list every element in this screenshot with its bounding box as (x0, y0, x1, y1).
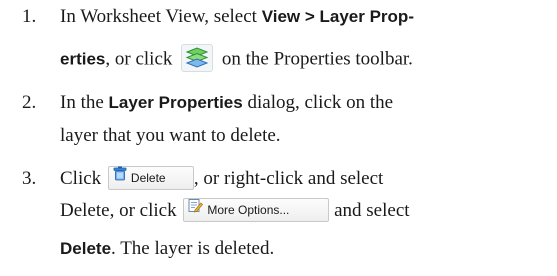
menu-path-continued: erties (60, 49, 106, 69)
dialog-name-layer-properties: Layer Properties (108, 93, 243, 112)
trash-can-icon (113, 166, 127, 188)
step-2-text-2: dialog, click on the (242, 92, 394, 113)
step-3-text-5: . The layer is deleted. (111, 238, 275, 259)
step-1-text-2: , or click (105, 48, 178, 70)
step-3-text-3: Delete, or click (60, 200, 182, 221)
step-1-text-3: on the Properties toolbar. (217, 48, 413, 70)
more-options-button[interactable]: More Options... (183, 197, 330, 222)
step-1-text: In Worksheet View, select (60, 6, 262, 27)
step-1-number: 1. (22, 6, 37, 27)
step-3-number: 3. (22, 168, 37, 189)
edit-document-icon (188, 198, 204, 220)
step-3-text: Click (60, 168, 106, 189)
more-options-button-label: More Options... (207, 202, 290, 217)
step-3-text-4: and select (329, 200, 410, 221)
delete-button[interactable]: Delete (107, 165, 194, 190)
step-2-number: 2. (22, 92, 37, 113)
step-3-text-2: , or right-click and select (193, 168, 384, 189)
step-2-text: In the (60, 92, 109, 113)
step-2-text-3: layer that you want to delete. (60, 125, 281, 146)
menu-path-view-layer-properties: View > Layer Prop- (261, 7, 414, 26)
delete-button-label: Delete (130, 170, 166, 185)
layer-properties-icon[interactable] (181, 44, 214, 72)
delete-command: Delete (60, 239, 112, 258)
